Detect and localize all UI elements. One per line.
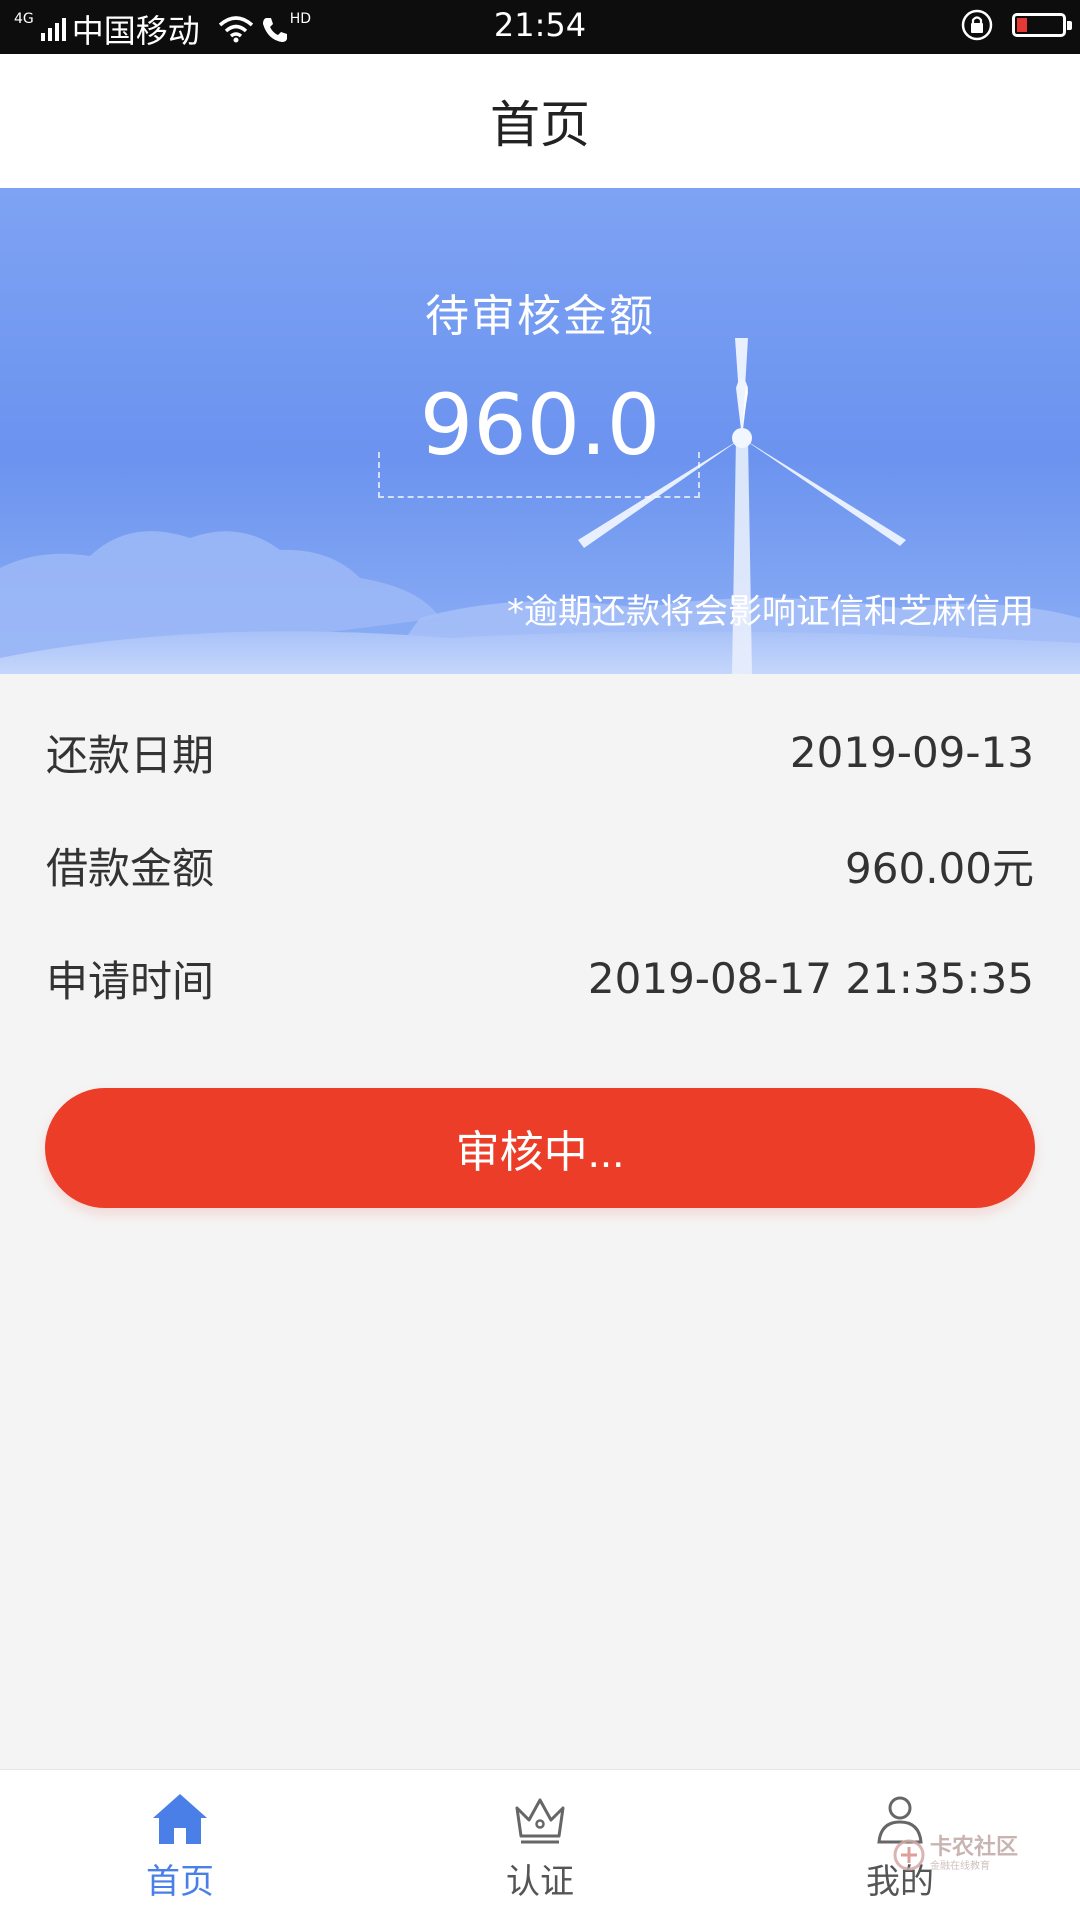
battery-icon	[1012, 13, 1072, 37]
status-bar: 4G 中国移动 HD 21:54	[0, 0, 1080, 54]
detail-label: 借款金额	[46, 844, 215, 893]
watermark-logo-icon	[893, 1839, 925, 1870]
detail-row-apply-time: 申请时间 2019-08-17 21:35:35	[46, 922, 1034, 1035]
battery-level	[1017, 18, 1027, 32]
rotation-lock-icon	[961, 9, 993, 41]
detail-row-loan-amount: 借款金额 960.00元	[46, 809, 1034, 922]
overdue-notice: *逾期还款将会影响证信和芝麻信用	[507, 592, 1034, 632]
detail-value: 2019-08-17 21:35:35	[587, 954, 1034, 1003]
nav-bar: 首页	[0, 54, 1080, 188]
detail-label: 申请时间	[46, 957, 215, 1006]
crown-icon	[515, 1798, 565, 1844]
home-icon	[153, 1794, 207, 1844]
tab-label: 首页	[146, 1862, 214, 1902]
detail-row-repayment-date: 还款日期 2019-09-13	[46, 696, 1034, 809]
loan-details: 还款日期 2019-09-13 借款金额 960.00元 申请时间 2019-0…	[46, 674, 1034, 1035]
tab-home[interactable]: 首页	[0, 1770, 360, 1920]
tab-verify[interactable]: 认证	[360, 1770, 720, 1920]
detail-value: 960.00元	[845, 844, 1034, 893]
detail-label: 还款日期	[46, 731, 215, 780]
watermark-sub: 金融在线教育	[929, 1861, 990, 1872]
tab-label: 认证	[506, 1862, 574, 1902]
amount-dashed-frame	[378, 452, 700, 498]
clock: 21:54	[493, 6, 587, 44]
review-status-button[interactable]: 审核中...	[45, 1088, 1035, 1208]
status-right	[960, 8, 1072, 42]
pending-amount-banner: 待审核金额 960.0 *逾期还款将会影响证信和芝麻信用	[0, 188, 1080, 674]
watermark-text: 卡农社区 金融在线教育	[930, 1837, 1018, 1872]
page-title: 首页	[490, 96, 590, 154]
detail-value: 2019-09-13	[789, 728, 1034, 777]
watermark-main: 卡农社区	[929, 1835, 1018, 1860]
pending-amount-label: 待审核金额	[425, 291, 655, 342]
watermark: 卡农社区 金融在线教育	[892, 1837, 1018, 1872]
